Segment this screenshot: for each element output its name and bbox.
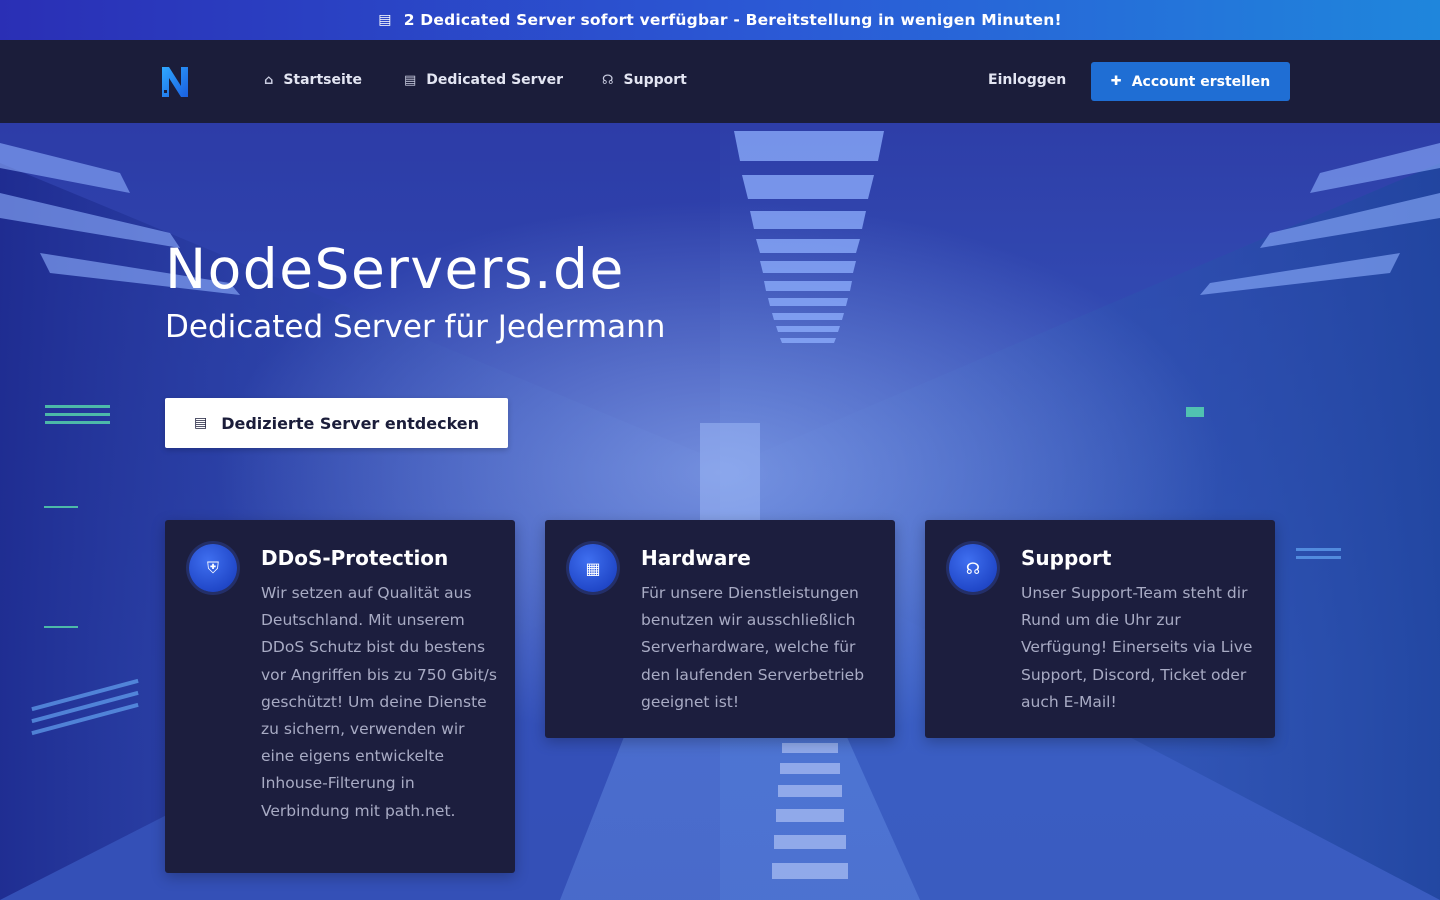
feature-title: Hardware [641, 546, 751, 570]
signup-button[interactable]: ✚ Account erstellen [1091, 62, 1290, 101]
hero-subtitle: Dedicated Server für Jedermann [165, 309, 666, 345]
home-icon: ⌂ [264, 72, 274, 88]
headset-icon: ☊ [602, 72, 614, 88]
navbar: ⌂ Startseite ▤ Dedicated Server ☊ Suppor… [0, 40, 1440, 123]
nav-support[interactable]: ☊ Support [602, 72, 687, 88]
user-plus-icon: ✚ [1110, 74, 1122, 89]
nav-label: Dedicated Server [426, 72, 564, 88]
signup-label: Account erstellen [1131, 73, 1271, 90]
hero-section: NodeServers.de Dedicated Server für Jede… [0, 123, 1440, 900]
feature-card-support: ☊ Support Unser Support-Team steht dir R… [925, 520, 1275, 738]
nav-startseite[interactable]: ⌂ Startseite [264, 72, 362, 88]
feature-text: Wir setzen auf Qualität aus Deutschland.… [261, 584, 497, 820]
shield-icon: ⛨ [189, 544, 237, 592]
feature-text: Unser Support-Team steht dir Rund um die… [1021, 584, 1253, 711]
nodeservers-logo-icon[interactable] [160, 64, 190, 100]
login-link[interactable]: Einloggen [988, 72, 1066, 88]
nav-label: Startseite [283, 72, 362, 88]
feature-title: DDoS-Protection [261, 546, 449, 570]
server-icon: ▤ [378, 12, 392, 28]
cta-label: Dedizierte Server entdecken [221, 413, 480, 433]
feature-card-hardware: ▦ Hardware Für unsere Dienstleistungen b… [545, 520, 895, 738]
server-icon: ▤ [404, 72, 417, 88]
feature-text: Für unsere Dienstleistungen benutzen wir… [641, 584, 865, 711]
nav-dedicated-server[interactable]: ▤ Dedicated Server [404, 72, 563, 88]
feature-card-ddos: ⛨ DDoS-Protection Wir setzen auf Qualitä… [165, 520, 515, 873]
microchip-icon: ▦ [569, 544, 617, 592]
nav-label: Support [623, 72, 687, 88]
announcement-text: 2 Dedicated Server sofort verfügbar - Be… [403, 11, 1062, 29]
feature-title: Support [1021, 546, 1112, 570]
announcement-bar[interactable]: ▤ 2 Dedicated Server sofort verfügbar - … [0, 0, 1440, 40]
headset-icon: ☊ [949, 544, 997, 592]
discover-servers-button[interactable]: ▤ Dedizierte Server entdecken [165, 398, 508, 448]
server-icon: ▤ [193, 415, 208, 431]
hero-title: NodeServers.de [165, 237, 625, 301]
